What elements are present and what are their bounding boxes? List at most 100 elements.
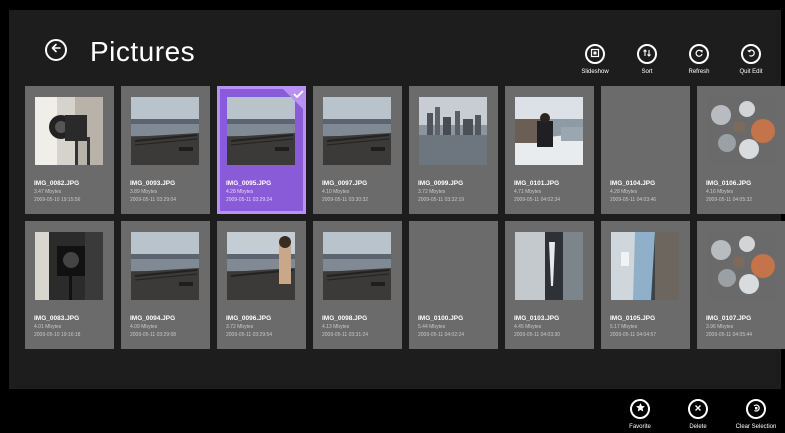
file-name: IMG_0097.JPG <box>322 180 368 187</box>
picture-tile[interactable]: IMG_0099.JPG 3.72 Mbytes 2009-05-11 03:32:… <box>409 86 498 214</box>
file-name: IMG_0106.JPG <box>706 180 752 187</box>
file-date: 2009-05-11 04:03:46 <box>610 197 657 203</box>
file-name: IMG_0082.JPG <box>34 180 80 187</box>
picture-meta: IMG_0101.JPG 4.71 Mbytes 2009-05-11 04:02:… <box>514 180 590 203</box>
file-size: 3.96 Mbytes <box>706 324 734 330</box>
picture-meta: IMG_0096.JPG 3.72 Mbytes 2009-05-11 03:29:… <box>226 315 302 338</box>
picture-meta: IMG_0107.JPG 3.96 Mbytes 2009-05-11 04:05:… <box>706 315 782 338</box>
slideshow-button[interactable]: Slideshow <box>569 44 621 75</box>
file-size: 3.72 Mbytes <box>418 189 446 195</box>
file-name: IMG_0093.JPG <box>130 180 176 187</box>
picture-tile[interactable]: IMG_0105.JPG 5.17 Mbytes 2009-05-11 04:04:… <box>601 221 690 349</box>
clear-selection-icon <box>751 400 761 418</box>
file-date: 2009-05-11 03:29:04 <box>130 197 177 203</box>
file-size: 3.89 Mbytes <box>130 189 158 195</box>
sort-label: Sort <box>641 69 653 75</box>
star-icon <box>635 400 646 418</box>
file-date: 2009-05-11 03:31:24 <box>322 332 369 338</box>
file-date: 2009-05-11 04:03:30 <box>514 332 561 338</box>
picture-tile[interactable]: IMG_0103.JPG 4.45 Mbytes 2009-05-11 04:03:… <box>505 221 594 349</box>
picture-meta: IMG_0103.JPG 4.45 Mbytes 2009-05-11 04:03:… <box>514 315 590 338</box>
file-name: IMG_0104.JPG <box>610 180 656 187</box>
delete-icon <box>693 400 703 418</box>
page-title: Pictures <box>90 36 196 67</box>
file-size: 4.45 Mbytes <box>514 324 542 330</box>
file-name: IMG_0095.JPG <box>226 180 272 187</box>
picture-tile[interactable]: IMG_0083.JPG 4.01 Mbytes 2009-05-10 19:16:… <box>25 221 114 349</box>
picture-thumbnail <box>227 232 295 300</box>
file-date: 2009-05-11 04:02:34 <box>514 197 561 203</box>
picture-meta: IMG_0095.JPG 4.28 Mbytes 2009-05-11 03:29:… <box>226 180 299 203</box>
back-button[interactable] <box>45 39 67 61</box>
file-size: 5.44 Mbytes <box>418 324 446 330</box>
picture-tile[interactable]: IMG_0082.JPG 3.47 Mbytes 2009-05-10 19:15:… <box>25 86 114 214</box>
picture-meta: IMG_0097.JPG 4.10 Mbytes 2009-05-11 03:30:… <box>322 180 398 203</box>
clear-selection-button[interactable]: Clear Selection <box>727 399 785 430</box>
slideshow-icon <box>590 45 600 63</box>
file-size: 4.13 Mbytes <box>322 324 350 330</box>
picture-meta: IMG_0098.JPG 4.13 Mbytes 2009-05-11 03:31:… <box>322 315 398 338</box>
picture-thumbnail <box>35 97 103 165</box>
file-name: IMG_0083.JPG <box>34 315 80 322</box>
picture-thumbnail <box>515 97 583 165</box>
file-name: IMG_0099.JPG <box>418 180 464 187</box>
sort-button[interactable]: Sort <box>621 44 673 75</box>
picture-tile[interactable]: IMG_0096.JPG 3.72 Mbytes 2009-05-11 03:29:… <box>217 221 306 349</box>
picture-tile[interactable]: IMG_0101.JPG 4.71 Mbytes 2009-05-11 04:02:… <box>505 86 594 214</box>
file-size: 4.01 Mbytes <box>34 324 62 330</box>
picture-thumbnail <box>323 232 391 300</box>
file-date: 2009-05-11 03:29:54 <box>226 332 273 338</box>
file-name: IMG_0096.JPG <box>226 315 272 322</box>
file-size: 4.09 Mbytes <box>130 324 158 330</box>
quit-edit-button[interactable]: Quit Edit <box>725 44 777 75</box>
file-size: 4.28 Mbytes <box>226 189 254 195</box>
picture-meta: IMG_0093.JPG 3.89 Mbytes 2009-05-11 03:29:… <box>130 180 206 203</box>
file-name: IMG_0100.JPG <box>418 315 464 322</box>
clear-selection-label: Clear Selection <box>735 424 777 430</box>
picture-tile[interactable]: IMG_0104.JPG 4.28 Mbytes 2009-05-11 04:03:… <box>601 86 690 214</box>
picture-thumbnail <box>419 97 487 165</box>
top-app-bar: Slideshow Sort Refresh Quit Edit <box>569 44 777 75</box>
favorite-button[interactable]: Favorite <box>611 399 669 430</box>
picture-tile[interactable]: IMG_0094.JPG 4.09 Mbytes 2009-05-11 03:29:… <box>121 221 210 349</box>
file-name: IMG_0094.JPG <box>130 315 176 322</box>
sort-icon <box>642 45 652 63</box>
picture-tile[interactable]: IMG_0100.JPG 5.44 Mbytes 2009-05-11 04:02:… <box>409 221 498 349</box>
file-size: 3.47 Mbytes <box>34 189 62 195</box>
picture-thumbnail <box>611 232 679 300</box>
picture-thumbnail <box>323 97 391 165</box>
picture-meta: IMG_0099.JPG 3.72 Mbytes 2009-05-11 03:32:… <box>418 180 494 203</box>
picture-tile[interactable]: IMG_0098.JPG 4.13 Mbytes 2009-05-11 03:31:… <box>313 221 402 349</box>
quit-edit-label: Quit Edit <box>739 69 763 75</box>
file-date: 2009-05-11 03:29:24 <box>226 197 273 203</box>
file-date: 2009-05-11 03:29:08 <box>130 332 177 338</box>
picture-thumbnail <box>131 97 199 165</box>
picture-meta: IMG_0083.JPG 4.01 Mbytes 2009-05-10 19:16:… <box>34 315 110 338</box>
picture-tile[interactable]: IMG_0095.JPG 4.28 Mbytes 2009-05-11 03:29:… <box>217 86 306 214</box>
picture-tile[interactable]: IMG_0107.JPG 3.96 Mbytes 2009-05-11 04:05:… <box>697 221 785 349</box>
file-size: 4.10 Mbytes <box>322 189 350 195</box>
picture-thumbnail <box>515 232 583 300</box>
picture-meta: IMG_0104.JPG 4.28 Mbytes 2009-05-11 04:03:… <box>610 180 686 203</box>
picture-tile[interactable]: IMG_0106.JPG 4.16 Mbytes 2009-05-11 04:05:… <box>697 86 785 214</box>
file-date: 2009-05-10 19:15:56 <box>34 197 81 203</box>
picture-thumbnail <box>131 232 199 300</box>
file-date: 2009-05-11 04:02:24 <box>418 332 465 338</box>
picture-tile[interactable]: IMG_0093.JPG 3.89 Mbytes 2009-05-11 03:29:… <box>121 86 210 214</box>
file-date: 2009-05-11 03:30:32 <box>322 197 369 203</box>
picture-thumbnail <box>707 97 775 165</box>
refresh-label: Refresh <box>688 69 710 75</box>
file-name: IMG_0107.JPG <box>706 315 752 322</box>
picture-meta: IMG_0094.JPG 4.09 Mbytes 2009-05-11 03:29:… <box>130 315 206 338</box>
picture-tile[interactable]: IMG_0097.JPG 4.10 Mbytes 2009-05-11 03:30:… <box>313 86 402 214</box>
selected-check-icon <box>280 86 306 112</box>
refresh-button[interactable]: Refresh <box>673 44 725 75</box>
slideshow-label: Slideshow <box>581 69 609 75</box>
file-name: IMG_0098.JPG <box>322 315 368 322</box>
delete-label: Delete <box>689 424 707 430</box>
file-date: 2009-05-11 04:04:57 <box>610 332 657 338</box>
picture-thumbnail <box>707 232 775 300</box>
delete-button[interactable]: Delete <box>669 399 727 430</box>
picture-meta: IMG_0105.JPG 5.17 Mbytes 2009-05-11 04:04:… <box>610 315 686 338</box>
picture-meta: IMG_0106.JPG 4.16 Mbytes 2009-05-11 04:05:… <box>706 180 782 203</box>
